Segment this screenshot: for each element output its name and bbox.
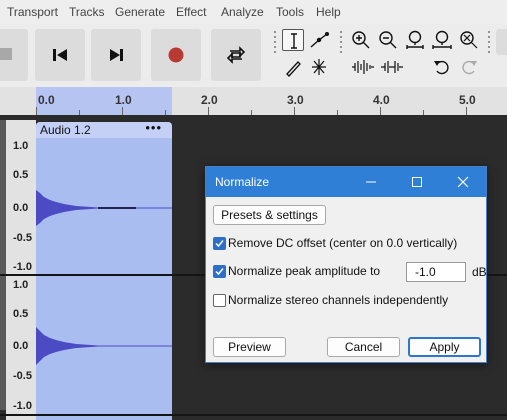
redo-button[interactable] — [458, 56, 480, 78]
fit-selection-button[interactable] — [404, 29, 426, 51]
menu-transport[interactable]: Transport — [7, 5, 58, 19]
selection-tool-button[interactable] — [282, 29, 304, 51]
undo-button[interactable] — [431, 56, 453, 78]
ruler-tick-label: 3.0 — [287, 93, 304, 107]
vruler-label: 0.5 — [13, 169, 29, 181]
menu-tools[interactable]: Tools — [276, 5, 304, 19]
ruler-tick — [122, 107, 123, 115]
zoom-toggle-button[interactable] — [458, 29, 480, 51]
menu-tracks[interactable]: Tracks — [69, 5, 105, 19]
ruler-tick — [294, 107, 295, 115]
vruler-label: -0.5 — [13, 370, 32, 382]
peak-unit-label: dB — [472, 265, 487, 279]
vruler-label: -1.0 — [13, 261, 32, 273]
vruler-label: 1.0 — [13, 279, 29, 291]
audio-clip[interactable]: Audio 1.2 ••• — [36, 122, 172, 420]
zoom-in-button[interactable] — [350, 29, 372, 51]
vruler-label: 0.0 — [13, 340, 29, 352]
stereo-independent-row[interactable]: Normalize stereo channels independently — [213, 293, 463, 309]
checkmark-icon — [215, 240, 224, 248]
menu-analyze[interactable]: Analyze — [221, 5, 264, 19]
silence-audio-button[interactable] — [379, 56, 405, 78]
toolbar-grip-3[interactable] — [486, 29, 492, 59]
track-divider — [0, 414, 507, 416]
menu-help[interactable]: Help — [316, 5, 341, 19]
vruler-label: -1.0 — [13, 400, 32, 412]
maximize-button[interactable] — [394, 167, 440, 197]
waveform — [36, 190, 172, 365]
normalize-peak-checkbox[interactable] — [213, 265, 226, 278]
toolbar-grip[interactable] — [272, 29, 278, 59]
timeline-ruler[interactable]: 0.0 1.0 2.0 3.0 4.0 5.0 — [0, 87, 507, 115]
stereo-independent-checkbox[interactable] — [213, 294, 226, 307]
vruler-label: 0.0 — [13, 202, 29, 214]
ruler-tick — [208, 107, 209, 115]
presets-settings-button[interactable]: Presets & settings — [213, 205, 326, 225]
vertical-ruler[interactable]: 1.0 0.5 0.0 -0.5 -1.0 1.0 0.5 0.0 -0.5 -… — [6, 120, 36, 420]
normalize-peak-label: Normalize peak amplitude to — [228, 264, 381, 278]
peak-amplitude-input[interactable]: -1.0 — [406, 262, 466, 282]
ruler-tick-label: 2.0 — [201, 93, 218, 107]
toolbar — [0, 24, 507, 88]
ruler-tick-label: 1.0 — [115, 93, 132, 107]
close-button[interactable] — [440, 167, 486, 197]
ruler-tick — [36, 107, 37, 115]
normalize-dialog: Normalize Presets & settings Remove DC o… — [205, 166, 487, 363]
draw-tool-button[interactable] — [282, 56, 304, 78]
menu-bar: Transport Tracks Generate Effect Analyze… — [0, 0, 507, 24]
remove-dc-label: Remove DC offset (center on 0.0 vertical… — [228, 236, 458, 250]
ruler-tick-label: 4.0 — [373, 93, 390, 107]
ruler-tick — [466, 107, 467, 115]
minimize-button[interactable] — [348, 167, 394, 197]
dialog-titlebar[interactable]: Normalize — [206, 167, 486, 197]
skip-to-end-button[interactable] — [91, 29, 141, 81]
ruler-tick-label: 5.0 — [459, 93, 476, 107]
remove-dc-checkbox[interactable] — [213, 237, 226, 250]
zoom-out-button[interactable] — [377, 29, 399, 51]
overflow-toolbar-button[interactable] — [496, 29, 507, 55]
checkmark-icon — [215, 268, 224, 276]
loop-button[interactable] — [211, 29, 261, 81]
ruler-selection — [36, 87, 172, 115]
toolbar-grip-2[interactable] — [338, 29, 344, 59]
preview-button[interactable]: Preview — [213, 337, 286, 357]
stop-button[interactable] — [0, 29, 28, 81]
ruler-tick — [380, 107, 381, 115]
apply-button[interactable]: Apply — [408, 337, 481, 357]
vruler-label: 0.5 — [13, 308, 29, 320]
vruler-label: 1.0 — [13, 140, 29, 152]
menu-generate[interactable]: Generate — [115, 5, 165, 19]
normalize-peak-row[interactable]: Normalize peak amplitude to — [213, 264, 393, 280]
stereo-independent-label: Normalize stereo channels independently — [228, 293, 449, 307]
ruler-tick-label: 0.0 — [38, 93, 55, 107]
vruler-label: -0.5 — [13, 232, 32, 244]
multi-tool-button[interactable] — [308, 56, 330, 78]
envelope-tool-button[interactable] — [308, 29, 330, 51]
fit-project-button[interactable] — [431, 29, 453, 51]
menu-effect[interactable]: Effect — [176, 5, 206, 19]
dialog-title: Normalize — [215, 175, 270, 189]
cancel-button[interactable]: Cancel — [327, 337, 400, 357]
trim-audio-button[interactable] — [350, 56, 376, 78]
skip-to-start-button[interactable] — [35, 29, 85, 81]
remove-dc-row[interactable]: Remove DC offset (center on 0.0 vertical… — [213, 236, 473, 252]
record-button[interactable] — [151, 29, 201, 81]
